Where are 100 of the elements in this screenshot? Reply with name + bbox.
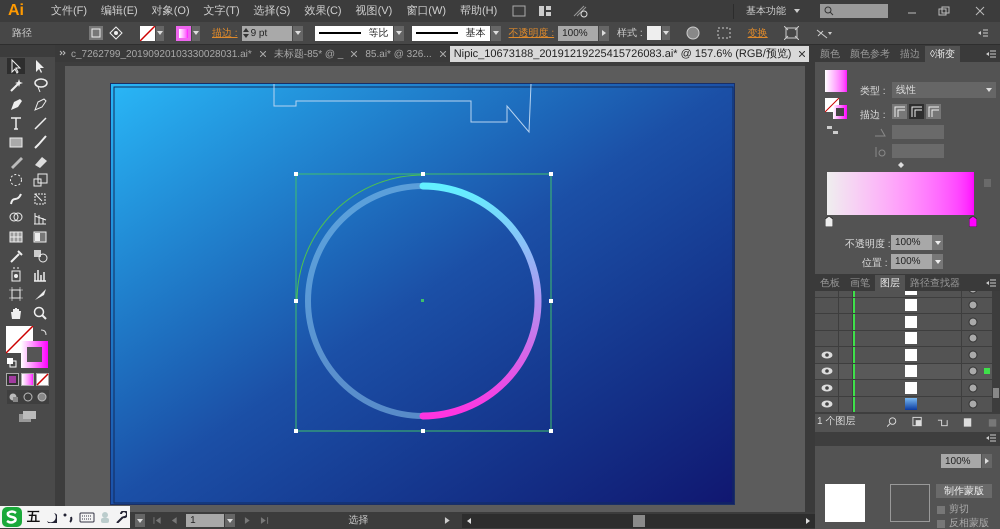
menu-item[interactable]: 视图(V) xyxy=(348,2,400,20)
fill-and-stroke-boxes[interactable] xyxy=(825,98,847,119)
transform-link[interactable]: 变换 xyxy=(748,26,768,40)
menu-item[interactable]: 文字(T) xyxy=(196,2,247,20)
stroke-along-icon[interactable] xyxy=(909,104,924,119)
invert-mask-checkbox[interactable] xyxy=(937,520,945,528)
layer-row[interactable] xyxy=(815,347,992,364)
location-dropdown[interactable]: 100% xyxy=(891,254,943,269)
clipping-mask-icon[interactable] xyxy=(912,416,923,428)
color-mode-button[interactable] xyxy=(6,373,19,386)
dropdown-button[interactable] xyxy=(292,26,303,40)
none-mode-button[interactable] xyxy=(36,373,49,386)
layer-row[interactable] xyxy=(815,298,992,314)
search-field[interactable] xyxy=(820,4,888,18)
zoom-tool-icon[interactable] xyxy=(32,305,48,321)
dropdown-button[interactable] xyxy=(192,26,200,40)
panel-menu-icon[interactable] xyxy=(986,434,996,442)
selection-tool-button[interactable] xyxy=(6,58,24,74)
vertical-scrollbar[interactable] xyxy=(805,62,815,512)
curvature-pen-icon[interactable] xyxy=(32,96,48,112)
gradient-mode-button[interactable] xyxy=(21,373,34,386)
free-transform-icon[interactable] xyxy=(32,191,48,207)
keyboard-icon[interactable] xyxy=(79,511,95,523)
eye-icon[interactable] xyxy=(820,367,832,376)
layer-row[interactable] xyxy=(815,330,992,347)
document-tab[interactable]: 85.ai* @ 326... xyxy=(361,46,450,62)
magic-wand-icon[interactable] xyxy=(8,77,24,93)
layer-row[interactable] xyxy=(815,380,992,396)
opacity-field[interactable]: 100% xyxy=(941,454,981,468)
opacity-field[interactable]: 100% xyxy=(558,26,598,40)
menu-item[interactable]: 对象(O) xyxy=(144,2,197,20)
draw-normal-icon[interactable] xyxy=(8,391,20,403)
panel-menu-icon[interactable] xyxy=(978,28,988,38)
stroke-within-icon[interactable] xyxy=(892,104,907,119)
input-mode-label[interactable]: 五 xyxy=(27,507,40,527)
horizontal-scrollbar[interactable] xyxy=(462,514,815,528)
reverse-gradient-icon[interactable] xyxy=(827,125,839,135)
menu-item[interactable]: 选择(S) xyxy=(246,2,298,20)
restore-icon[interactable] xyxy=(936,5,952,17)
isolate-icon[interactable] xyxy=(784,26,799,40)
draw-inside-icon[interactable] xyxy=(36,391,48,403)
target-icon[interactable] xyxy=(968,316,978,327)
arrange-documents-icon[interactable] xyxy=(538,5,552,17)
panel-tab[interactable]: 图层 xyxy=(875,275,905,291)
selection-indicator[interactable] xyxy=(984,368,990,374)
moon-icon[interactable] xyxy=(45,511,57,523)
last-artboard-icon[interactable] xyxy=(260,517,269,524)
collapse-icon[interactable] xyxy=(59,49,67,57)
gradient-stop-icon[interactable] xyxy=(825,216,833,227)
scrollbar-thumb[interactable] xyxy=(632,514,645,526)
draw-behind-icon[interactable] xyxy=(22,391,34,403)
new-layer-icon[interactable] xyxy=(962,416,973,428)
close-icon[interactable] xyxy=(799,51,806,57)
menu-item[interactable]: 效果(C) xyxy=(297,2,349,20)
panel-tab[interactable]: 路径查找器 xyxy=(905,275,965,291)
target-icon[interactable] xyxy=(968,382,978,393)
brush-definition-dropdown[interactable]: 基本 xyxy=(412,26,490,40)
default-colors-icon[interactable] xyxy=(6,358,16,368)
menu-item[interactable]: 帮助(H) xyxy=(453,2,504,20)
fill-and-stroke-boxes[interactable] xyxy=(6,326,48,368)
stroke-weight-field[interactable]: 9 pt xyxy=(242,26,292,40)
stroke-swatch[interactable] xyxy=(176,26,191,40)
gpu-performance-icon[interactable] xyxy=(572,4,588,18)
previous-artboard-icon[interactable] xyxy=(170,517,178,524)
gradient-type-dropdown[interactable]: 线性 xyxy=(892,82,996,98)
first-artboard-icon[interactable] xyxy=(153,517,162,524)
dropdown-button[interactable] xyxy=(135,514,145,527)
next-artboard-icon[interactable] xyxy=(243,517,252,524)
stepper-icon[interactable] xyxy=(242,27,249,39)
layers-scrollbar[interactable] xyxy=(992,291,1000,413)
close-icon[interactable] xyxy=(440,51,446,57)
graphic-style-swatch[interactable] xyxy=(646,26,661,40)
midpoint-diamond-icon[interactable] xyxy=(898,162,904,168)
panel-tab[interactable]: 颜色 xyxy=(815,46,845,62)
blend-tool-icon[interactable] xyxy=(32,248,48,264)
panel-tab[interactable]: ◊渐变 xyxy=(925,46,960,62)
paintbrush-icon[interactable] xyxy=(32,134,48,150)
document-tab[interactable]: 未标题-85* @ _ xyxy=(270,46,362,62)
fill-swatch[interactable] xyxy=(140,26,155,40)
document-tab[interactable]: c_7262799_20190920103330028031.ai* xyxy=(67,46,270,62)
variable-width-profile-dropdown[interactable]: 等比 xyxy=(314,26,393,40)
dropdown-button[interactable] xyxy=(599,26,610,40)
recolor-icon[interactable] xyxy=(686,26,700,40)
layer-row[interactable] xyxy=(815,364,992,380)
lasso-icon[interactable] xyxy=(32,77,48,93)
screen-mode-icon[interactable] xyxy=(18,410,38,424)
dropdown-button[interactable] xyxy=(225,514,236,527)
panel-tab[interactable]: 颜色参考 xyxy=(845,46,895,62)
target-icon[interactable] xyxy=(968,399,978,410)
eye-icon[interactable] xyxy=(820,400,832,408)
eye-icon[interactable] xyxy=(820,384,832,392)
search-icon[interactable] xyxy=(824,6,834,16)
perspective-grid-icon[interactable] xyxy=(32,210,48,226)
dropdown-button[interactable] xyxy=(394,26,404,40)
document-tab[interactable]: Nipic_10673188_20191219225415726083.ai* @ 157.6% (RGB/预览) xyxy=(450,46,810,62)
punctuation-icon[interactable] xyxy=(62,511,74,523)
line-tool-icon[interactable] xyxy=(32,115,48,131)
menu-item[interactable]: 窗口(W) xyxy=(399,2,453,20)
target-icon[interactable] xyxy=(968,350,978,360)
stroke-across-icon[interactable] xyxy=(926,104,941,119)
